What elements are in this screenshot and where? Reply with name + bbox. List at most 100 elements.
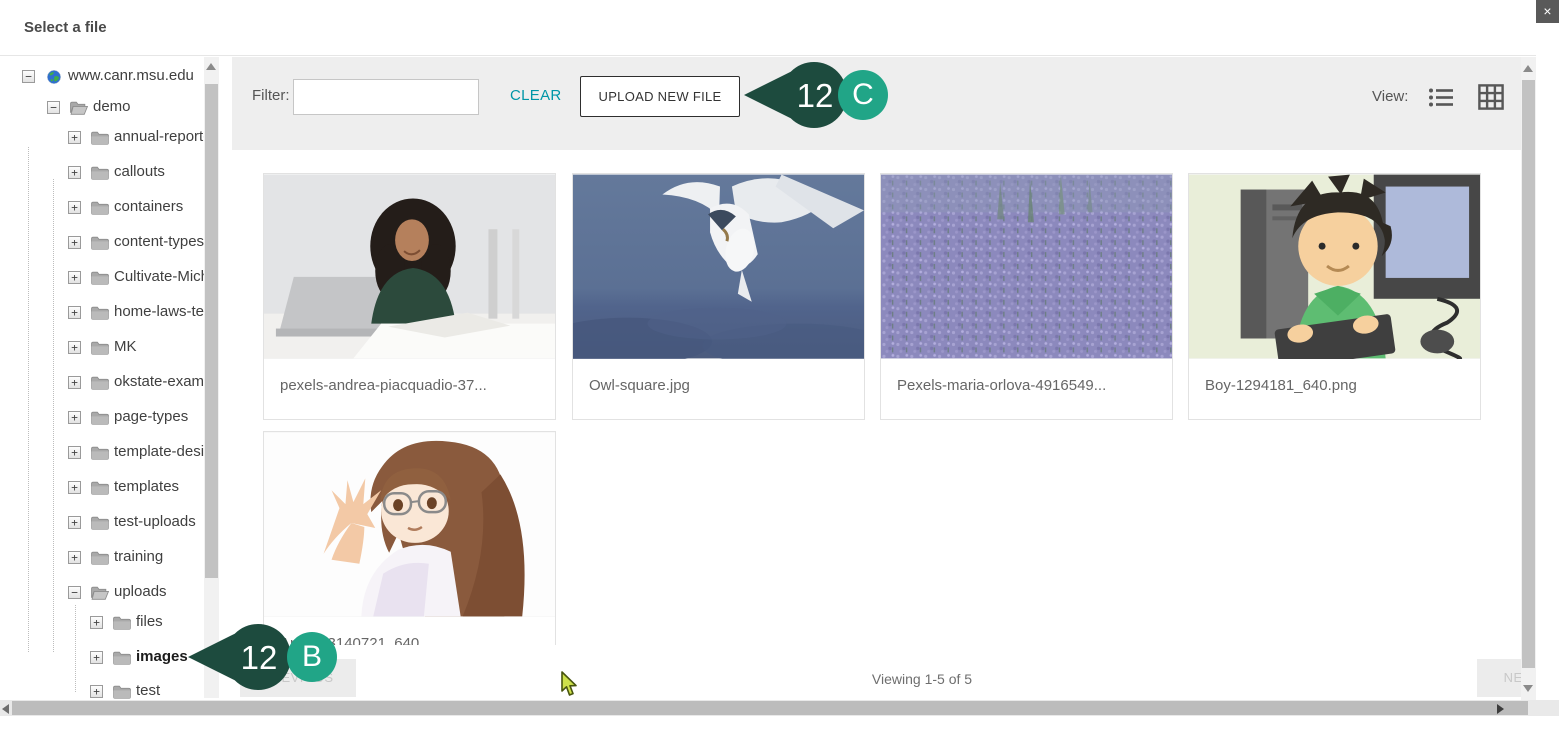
file-card[interactable]: pexels-andrea-piacquadio-37... xyxy=(263,173,556,420)
tree-item-label[interactable]: template-desig xyxy=(114,443,204,460)
tree-item-home-laws-tes[interactable]: + home-laws-tes xyxy=(0,302,204,324)
tree-item-label[interactable]: home-laws-tes xyxy=(114,303,204,320)
folder-icon xyxy=(91,306,109,320)
file-card[interactable]: Pexels-maria-orlova-4916549... xyxy=(880,173,1173,420)
folder-icon xyxy=(91,131,109,145)
file-card[interactable]: Anime-3140721_640... xyxy=(263,431,556,645)
expand-icon[interactable]: + xyxy=(68,201,81,214)
horizontal-scrollbar[interactable] xyxy=(0,700,1559,716)
tree-item-demo[interactable]: − demo xyxy=(0,97,204,119)
tree-item-images[interactable]: + images xyxy=(0,647,204,669)
upload-new-file-button[interactable]: UPLOAD NEW FILE xyxy=(580,76,740,117)
annotation-step-12b-arrow: 12 xyxy=(186,622,298,692)
clear-filter-link[interactable]: CLEAR xyxy=(510,87,562,104)
tree-item-okstate-examp[interactable]: + okstate-examp xyxy=(0,372,204,394)
tree-item-mk[interactable]: + MK xyxy=(0,337,204,359)
folder-icon xyxy=(113,616,131,630)
folder-icon xyxy=(91,166,109,180)
folder-icon xyxy=(91,411,109,425)
close-button[interactable]: × xyxy=(1536,0,1559,23)
tree-item-annual-report-e[interactable]: + annual-report-e xyxy=(0,127,204,149)
tree-item-label[interactable]: test xyxy=(136,682,160,699)
tree-item-label[interactable]: content-types xyxy=(114,233,204,250)
tree-item-label[interactable]: page-types xyxy=(114,408,188,425)
tree-item-label[interactable]: MK xyxy=(114,338,137,355)
pagination-footer: PREVIOUS Viewing 1-5 of 5 NEXT xyxy=(232,645,1521,700)
tree-item-label[interactable]: callouts xyxy=(114,163,165,180)
expand-icon[interactable]: + xyxy=(90,651,103,664)
lavender-field-thumbnail xyxy=(881,174,1172,359)
expand-icon[interactable]: + xyxy=(68,446,81,459)
expand-icon[interactable]: + xyxy=(68,481,81,494)
filter-label: Filter: xyxy=(252,87,290,104)
tree-scrollbar[interactable] xyxy=(204,57,219,698)
tree-item-template-desig[interactable]: + template-desig xyxy=(0,442,204,464)
view-label: View: xyxy=(1372,88,1408,105)
tree-item-label[interactable]: www.canr.msu.edu xyxy=(68,67,194,84)
annotation-number: 12 xyxy=(241,639,278,676)
tree-item-label[interactable]: training xyxy=(114,548,163,565)
expand-icon[interactable]: + xyxy=(68,516,81,529)
tree-item-label[interactable]: containers xyxy=(114,198,183,215)
tree-item-label[interactable]: uploads xyxy=(114,583,167,600)
tree-item-label[interactable]: Cultivate-Mich xyxy=(114,268,204,285)
tree-item-label[interactable]: templates xyxy=(114,478,179,495)
scroll-up-icon[interactable] xyxy=(206,63,216,70)
tree-item-content-types[interactable]: + content-types xyxy=(0,232,204,254)
tree-item-page-types[interactable]: + page-types xyxy=(0,407,204,429)
tree-item-test-uploads[interactable]: + test-uploads xyxy=(0,512,204,534)
expand-icon[interactable]: + xyxy=(90,616,103,629)
tree-item-www-canr-msu-edu[interactable]: − www.canr.msu.edu xyxy=(0,66,204,88)
tree-item-label[interactable]: files xyxy=(136,613,163,630)
scroll-left-icon[interactable] xyxy=(2,704,9,714)
tree-item-files[interactable]: + files xyxy=(0,612,204,634)
tree-item-templates[interactable]: + templates xyxy=(0,477,204,499)
annotation-step-12c-letter-badge: C xyxy=(838,70,888,120)
expand-icon[interactable]: + xyxy=(68,306,81,319)
tree-item-callouts[interactable]: + callouts xyxy=(0,162,204,184)
scroll-down-icon[interactable] xyxy=(1523,685,1533,692)
folder-icon xyxy=(113,651,131,665)
tree-item-label[interactable]: demo xyxy=(93,98,131,115)
main-scrollbar[interactable] xyxy=(1521,57,1536,700)
grid-view-icon[interactable] xyxy=(1478,84,1504,110)
folder-icon xyxy=(91,376,109,390)
dialog-header: Select a file xyxy=(0,0,1559,56)
expand-icon[interactable]: + xyxy=(90,685,103,698)
list-view-icon[interactable] xyxy=(1429,88,1453,107)
anime-girl-thumbnail xyxy=(264,432,555,617)
tree-scrollbar-thumb[interactable] xyxy=(205,84,218,578)
tree-item-cultivate-mich[interactable]: + Cultivate-Mich xyxy=(0,267,204,289)
file-name: Pexels-maria-orlova-4916549... xyxy=(881,359,1172,394)
collapse-icon[interactable]: − xyxy=(22,70,35,83)
expand-icon[interactable]: + xyxy=(68,236,81,249)
filter-input[interactable] xyxy=(293,79,479,115)
scroll-up-icon[interactable] xyxy=(1523,65,1533,72)
close-icon: × xyxy=(1543,3,1551,19)
file-card[interactable]: Owl-square.jpg xyxy=(572,173,865,420)
tree-item-label[interactable]: test-uploads xyxy=(114,513,196,530)
tree-item-label[interactable]: okstate-examp xyxy=(114,373,204,390)
tree-item-label[interactable]: images xyxy=(136,648,188,665)
expand-icon[interactable]: + xyxy=(68,271,81,284)
scroll-right-icon[interactable] xyxy=(1497,704,1504,714)
expand-icon[interactable]: + xyxy=(68,551,81,564)
tree-item-containers[interactable]: + containers xyxy=(0,197,204,219)
tree-item-training[interactable]: + training xyxy=(0,547,204,569)
collapse-icon[interactable]: − xyxy=(47,101,60,114)
file-card[interactable]: Boy-1294181_640.png xyxy=(1188,173,1481,420)
tree-item-label[interactable]: annual-report-e xyxy=(114,128,204,145)
collapse-icon[interactable]: − xyxy=(68,586,81,599)
expand-icon[interactable]: + xyxy=(68,341,81,354)
expand-icon[interactable]: + xyxy=(68,376,81,389)
main-scrollbar-thumb[interactable] xyxy=(1522,80,1535,668)
expand-icon[interactable]: + xyxy=(68,411,81,424)
tree-item-uploads[interactable]: − uploads xyxy=(0,582,204,604)
expand-icon[interactable]: + xyxy=(68,166,81,179)
horizontal-scrollbar-thumb[interactable] xyxy=(12,701,1528,715)
viewing-status: Viewing 1-5 of 5 xyxy=(232,671,1559,687)
mouse-cursor xyxy=(560,671,578,697)
file-name: pexels-andrea-piacquadio-37... xyxy=(264,359,555,394)
tree-item-test[interactable]: + test xyxy=(0,681,204,700)
expand-icon[interactable]: + xyxy=(68,131,81,144)
